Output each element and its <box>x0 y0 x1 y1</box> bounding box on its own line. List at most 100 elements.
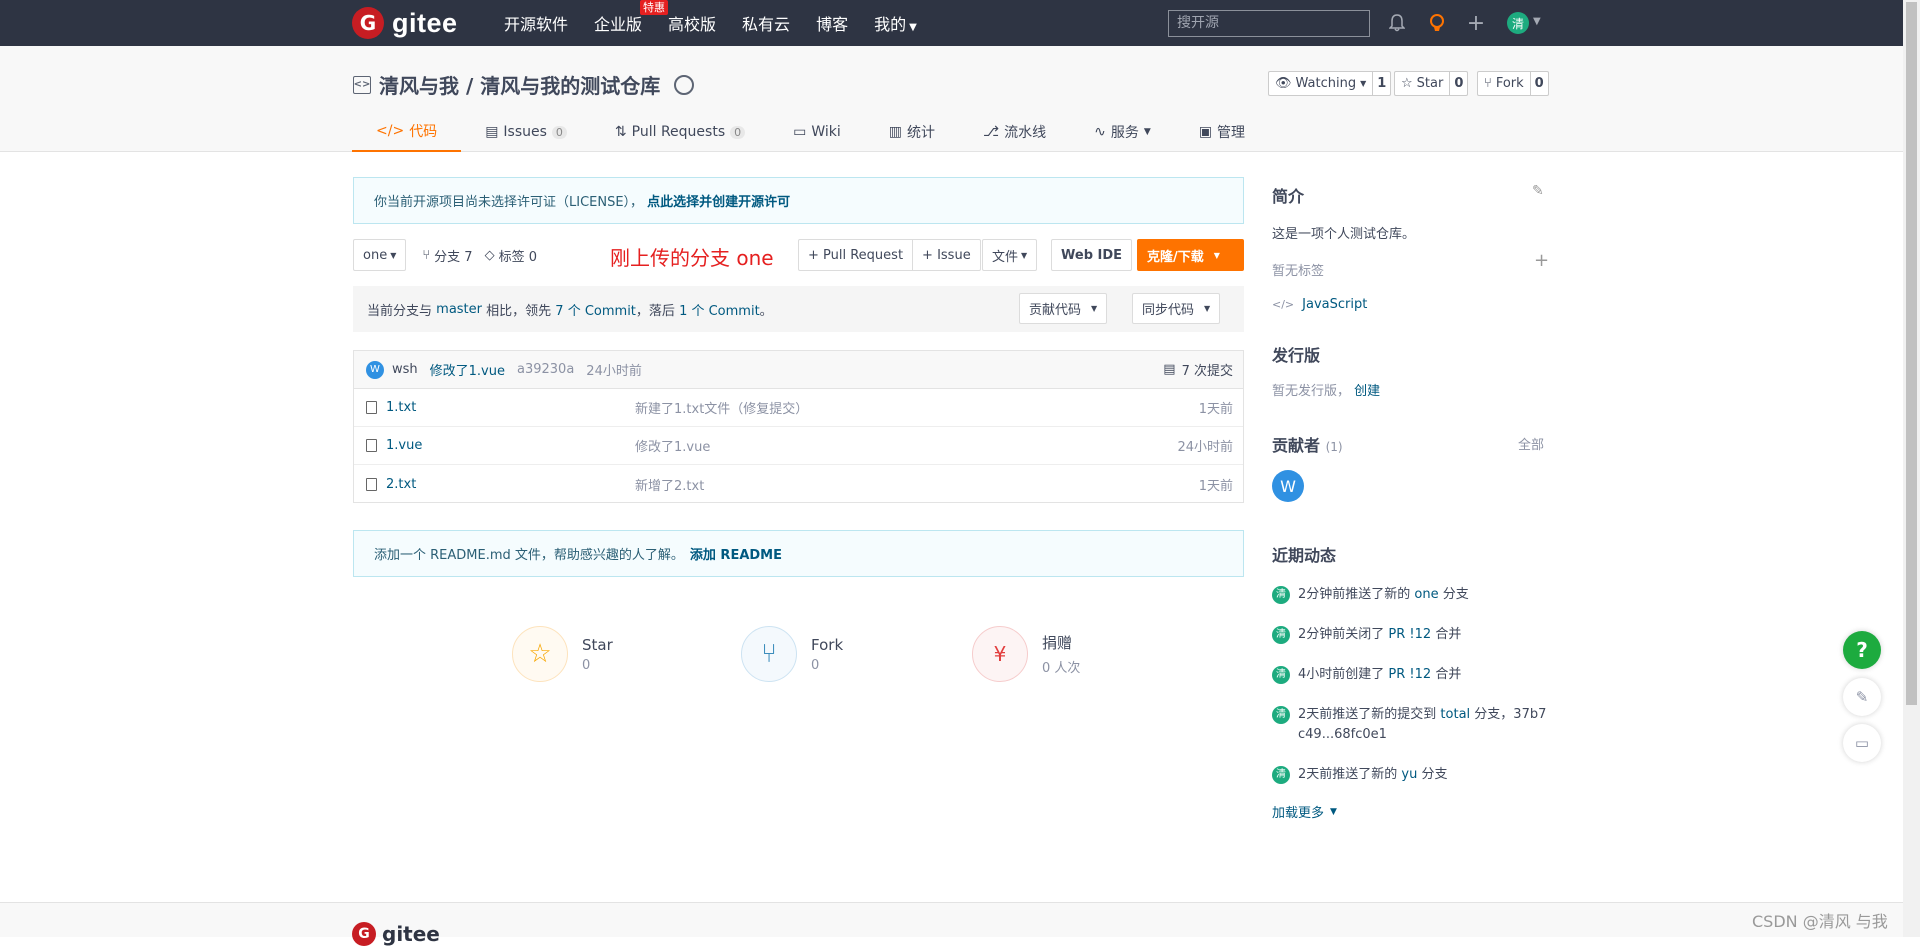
create-license-link[interactable]: 点此选择并创建开源许可 <box>647 191 790 210</box>
nav-open-source[interactable]: 开源软件 <box>504 11 568 35</box>
edit-icon[interactable]: ✎ <box>1532 183 1544 199</box>
file-name[interactable]: 2.txt <box>386 477 416 492</box>
file-button-label: 文件 <box>992 249 1019 265</box>
branch-select-value: one <box>363 247 388 263</box>
watermark: CSDN @清风 与我 <box>1752 912 1888 931</box>
chevron-down-icon[interactable]: ▼ <box>1533 16 1541 27</box>
new-issue-button[interactable]: + Issue <box>913 239 981 271</box>
manage-icon: ▣ <box>1198 124 1213 140</box>
star-stat[interactable]: ☆ Star 0 <box>512 626 613 682</box>
tab-services[interactable]: ∿ 服务 ▼ <box>1070 112 1175 152</box>
commit-message[interactable]: 修改了1.vue <box>430 360 505 379</box>
search-input[interactable]: 搜开源 <box>1168 10 1370 37</box>
language-link[interactable]: JavaScript <box>1302 297 1367 312</box>
add-readme-link[interactable]: 添加 README <box>690 544 782 563</box>
web-ide-button[interactable]: Web IDE <box>1051 239 1133 271</box>
tab-manage[interactable]: ▣ 管理 <box>1175 112 1269 152</box>
behind-commits-link[interactable]: 1 个 Commit <box>679 300 760 319</box>
footer-logo[interactable]: G gitee <box>352 922 440 946</box>
badge-icon[interactable] <box>674 74 695 95</box>
new-pull-request-button[interactable]: + Pull Request <box>798 239 914 271</box>
lightbulb-icon[interactable] <box>1425 11 1449 35</box>
activity-link[interactable]: yu <box>1401 767 1417 782</box>
user-avatar[interactable]: 清 <box>1507 12 1529 34</box>
file-dropdown-button[interactable]: 文件 ▼ <box>982 239 1038 271</box>
stat-label: Fork <box>811 635 844 654</box>
chat-icon[interactable]: ▭ <box>1843 724 1881 762</box>
tab-wiki[interactable]: ▭ Wiki <box>769 112 865 152</box>
file-commit-message[interactable]: 新增了2.txt <box>635 475 704 494</box>
activity-avatar[interactable]: 清 <box>1272 586 1290 604</box>
all-contributors-link[interactable]: 全部 <box>1518 434 1544 453</box>
commit-author[interactable]: wsh <box>392 362 418 377</box>
nav-enterprise[interactable]: 企业版 特惠 <box>594 0 669 35</box>
nav-education[interactable]: 高校版 <box>668 11 716 35</box>
chart-icon: ▥ <box>888 124 903 140</box>
contribute-code-button[interactable]: 贡献代码 ▼ <box>1019 293 1108 324</box>
file-commit-message[interactable]: 修改了1.vue <box>635 436 710 455</box>
nav-blog[interactable]: 博客 <box>816 11 848 35</box>
activity-avatar[interactable]: 清 <box>1272 626 1290 644</box>
load-more-label: 加载更多 <box>1272 806 1325 821</box>
activity-link[interactable]: one <box>1414 587 1438 602</box>
bell-icon[interactable] <box>1385 11 1409 35</box>
star-button[interactable]: ☆ Star 0 <box>1394 71 1469 96</box>
fork-button[interactable]: ⑂ Fork 0 <box>1477 71 1549 96</box>
eye-icon: 👁 <box>1275 76 1292 91</box>
tab-issues[interactable]: ▤ Issues 0 <box>461 112 591 152</box>
file-name[interactable]: 1.txt <box>386 400 416 415</box>
compare-mid2: ，落后 <box>635 303 675 319</box>
donate-stat[interactable]: ¥ 捐赠 0 人次 <box>972 626 1080 682</box>
sync-code-button[interactable]: 同步代码 ▼ <box>1132 293 1221 324</box>
compare-base-link[interactable]: master <box>436 302 482 317</box>
activity-avatar[interactable]: 清 <box>1272 766 1290 784</box>
author-avatar[interactable]: W <box>366 360 384 379</box>
activity-text: 合并 <box>1435 627 1462 642</box>
file-time: 1天前 <box>1198 402 1233 417</box>
activity-avatar[interactable]: 清 <box>1272 706 1290 724</box>
file-time: 24小时前 <box>1177 440 1233 455</box>
activity-link[interactable]: PR !12 <box>1388 627 1431 642</box>
branches-link[interactable]: ⑂ 分支 7 <box>422 246 472 265</box>
hot-badge: 特惠 <box>640 0 669 15</box>
activity-link[interactable]: PR !12 <box>1388 667 1431 682</box>
tab-pipeline[interactable]: ⎇ 流水线 <box>959 112 1070 152</box>
create-release-link[interactable]: 创建 <box>1354 384 1380 399</box>
nav-enterprise-label: 企业版 <box>594 15 643 34</box>
ahead-commits-link[interactable]: 7 个 Commit <box>555 300 636 319</box>
fork-stat[interactable]: ⑂ Fork 0 <box>741 626 843 682</box>
feedback-icon[interactable]: ✎ <box>1843 678 1881 716</box>
activity-link[interactable]: total <box>1440 707 1470 722</box>
commit-count-link[interactable]: ▤ 7 次提交 <box>1163 360 1233 379</box>
sidebar-intro: 简介 ✎ 这是一项个人测试仓库。 暂无标签 + </> JavaScript <box>1272 183 1550 312</box>
commit-hash[interactable]: a39230a <box>517 362 574 377</box>
file-name[interactable]: 1.vue <box>386 438 422 453</box>
contributor-avatar[interactable]: W <box>1272 470 1304 502</box>
load-more-link[interactable]: 加载更多 ▼ <box>1272 802 1337 821</box>
activity-avatar[interactable]: 清 <box>1272 666 1290 684</box>
plus-icon[interactable]: + <box>1464 11 1488 36</box>
tab-stats[interactable]: ▥ 统计 <box>865 112 959 152</box>
nav-private-cloud[interactable]: 私有云 <box>742 11 790 35</box>
fork-count[interactable]: 0 <box>1531 72 1548 95</box>
file-commit-message[interactable]: 新建了1.txt文件（修复提交） <box>635 398 808 417</box>
branches-count: 分支 7 <box>434 249 473 265</box>
star-count[interactable]: 0 <box>1450 72 1467 95</box>
star-icon: ☆ <box>512 626 568 682</box>
tab-pull-requests[interactable]: ⇅ Pull Requests 0 <box>591 112 769 152</box>
stat-value: 0 <box>811 657 820 673</box>
tags-link[interactable]: ◇ 标签 0 <box>485 246 537 265</box>
gitee-logo[interactable]: G gitee <box>352 7 458 39</box>
sidebar-activity-title: 近期动态 <box>1272 542 1550 566</box>
intro-title: 简介 <box>1272 187 1305 206</box>
clone-download-button[interactable]: 克隆/下载 ▼ <box>1137 239 1244 271</box>
nav-mine[interactable]: 我的 ▼ <box>874 11 917 35</box>
project-title-text[interactable]: 清风与我 / 清风与我的测试仓库 <box>379 70 660 99</box>
add-tag-icon[interactable]: + <box>1534 250 1549 271</box>
watch-button[interactable]: 👁 Watching ▼ 1 <box>1268 71 1392 96</box>
branch-select[interactable]: one ▼ <box>353 239 407 271</box>
tab-code[interactable]: </> 代码 <box>352 112 462 152</box>
scrollbar-thumb[interactable] <box>1906 2 1917 705</box>
help-button[interactable]: ? <box>1843 631 1881 669</box>
watch-count[interactable]: 1 <box>1373 72 1390 95</box>
